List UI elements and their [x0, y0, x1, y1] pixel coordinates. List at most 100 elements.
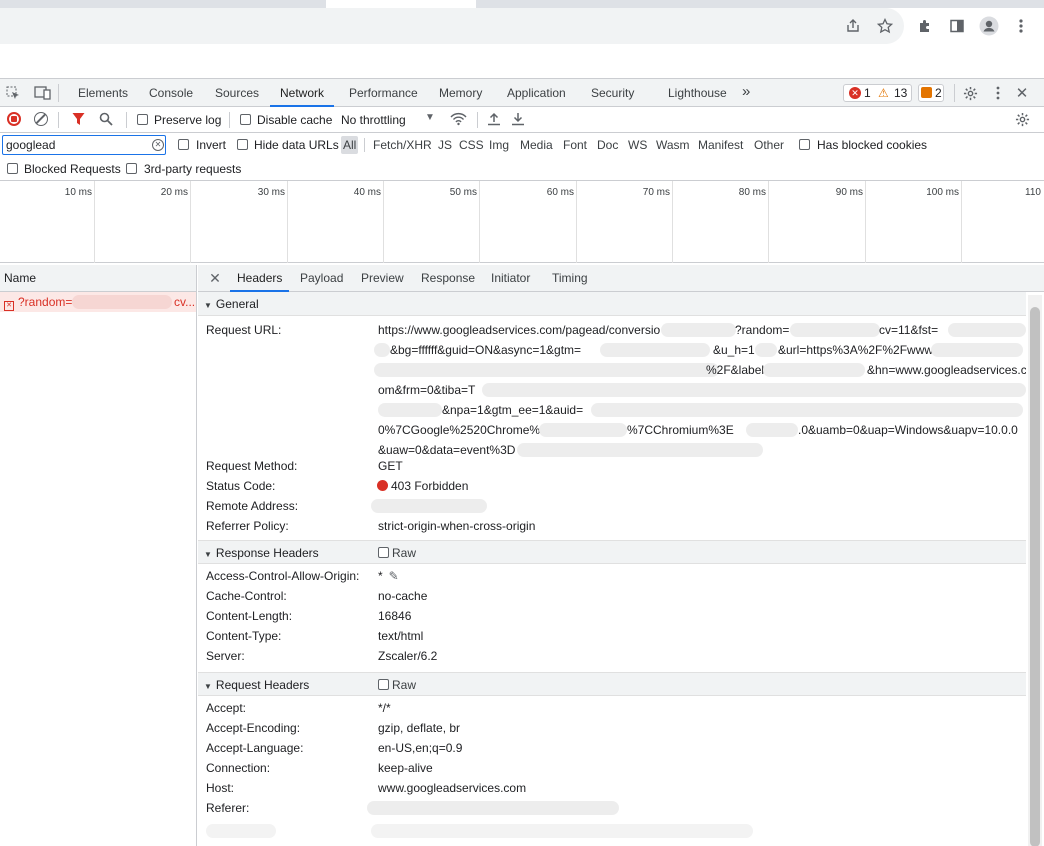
- tab-performance[interactable]: Performance: [349, 79, 418, 107]
- general-section-title: General: [215, 297, 259, 311]
- tab-elements[interactable]: Elements: [78, 79, 128, 107]
- warning-icon: ⚠: [878, 86, 889, 100]
- type-filter-doc[interactable]: Doc: [595, 136, 620, 154]
- request-url-line: 0%7CGoogle%2520Chrome%3: [378, 423, 547, 437]
- tab-response[interactable]: Response: [421, 265, 475, 292]
- timeline-tick-label: 90 ms: [835, 187, 863, 198]
- more-tabs-icon[interactable]: »: [742, 79, 750, 107]
- tab-sources[interactable]: Sources: [215, 79, 259, 107]
- tab-security[interactable]: Security: [591, 79, 634, 107]
- record-stop-icon[interactable]: [7, 112, 21, 126]
- type-filter-fetch-xhr[interactable]: Fetch/XHR: [371, 136, 434, 154]
- type-filter-img[interactable]: Img: [487, 136, 511, 154]
- timeline-tick-label: 110: [1025, 187, 1041, 198]
- request-raw-toggle[interactable]: Raw: [378, 673, 416, 697]
- filter-icon[interactable]: [70, 111, 86, 127]
- tab-initiator[interactable]: Initiator: [491, 265, 530, 292]
- response-headers-section-header[interactable]: ▼ Response Headers Raw: [198, 540, 1026, 564]
- tab-memory[interactable]: Memory: [439, 79, 482, 107]
- type-filter-wasm[interactable]: Wasm: [654, 136, 692, 154]
- share-icon[interactable]: [842, 15, 864, 37]
- tab-application[interactable]: Application: [507, 79, 566, 107]
- network-settings-gear-icon[interactable]: [1014, 111, 1030, 127]
- request-url-fragment: ?random=: [735, 323, 790, 337]
- remote-address-row: Remote Address:: [198, 496, 1026, 516]
- extensions-puzzle-icon[interactable]: [914, 15, 936, 37]
- clear-filter-icon[interactable]: ✕: [152, 139, 164, 151]
- export-har-icon[interactable]: [510, 111, 526, 127]
- detail-scrollbar[interactable]: [1028, 295, 1042, 846]
- type-filter-other[interactable]: Other: [752, 136, 786, 154]
- timeline-tick-label: 10 ms: [64, 187, 92, 198]
- header-name: Content-Length:: [206, 609, 293, 623]
- type-filter-js[interactable]: JS: [436, 136, 454, 154]
- bookmark-star-icon[interactable]: [874, 15, 896, 37]
- scrollbar-thumb[interactable]: [1030, 307, 1040, 846]
- filter-bar: ✕ Invert Hide data URLs All Fetch/XHR JS…: [0, 133, 1044, 157]
- settings-gear-icon[interactable]: [962, 85, 978, 101]
- response-raw-toggle[interactable]: Raw: [378, 541, 416, 565]
- filter-input[interactable]: [2, 135, 166, 155]
- redacted-region: [374, 363, 719, 377]
- redacted-region: [755, 343, 777, 357]
- remote-address-label: Remote Address:: [206, 499, 299, 513]
- type-filter-manifest[interactable]: Manifest: [696, 136, 745, 154]
- edit-pencil-icon[interactable]: ✎: [389, 569, 399, 583]
- profile-avatar-icon[interactable]: [978, 15, 1000, 37]
- referrer-policy-row: Referrer Policy: strict-origin-when-cross…: [198, 516, 1026, 536]
- third-party-checkbox[interactable]: [126, 163, 137, 174]
- type-filter-font[interactable]: Font: [561, 136, 589, 154]
- disable-cache-checkbox[interactable]: [240, 114, 251, 125]
- invert-checkbox[interactable]: [178, 139, 189, 150]
- request-headers-section-header[interactable]: ▼ Request Headers Raw: [198, 672, 1026, 696]
- close-detail-icon[interactable]: ✕: [207, 270, 223, 286]
- column-header-name[interactable]: Name: [0, 265, 196, 292]
- timeline-tick-label: 70 ms: [642, 187, 670, 198]
- table-row[interactable]: ✕ ?random= cv...: [0, 292, 196, 312]
- throttling-select[interactable]: No throttling: [341, 113, 406, 127]
- hide-data-urls-checkbox[interactable]: [237, 139, 248, 150]
- type-filter-ws[interactable]: WS: [626, 136, 649, 154]
- header-value: gzip, deflate, br: [378, 721, 461, 735]
- tab-payload[interactable]: Payload: [300, 265, 343, 292]
- type-filter-media[interactable]: Media: [518, 136, 555, 154]
- header-value: no-cache: [378, 589, 428, 603]
- type-filter-all[interactable]: All: [341, 136, 359, 154]
- tab-network[interactable]: Network: [270, 79, 335, 107]
- import-har-icon[interactable]: [486, 111, 502, 127]
- request-url-fragment: &hn=www.googleadservices.c: [867, 363, 1026, 377]
- active-browser-tab[interactable]: [326, 0, 476, 8]
- close-devtools-icon[interactable]: ✕: [1014, 85, 1030, 102]
- general-section-header[interactable]: ▼ General: [198, 292, 1026, 316]
- network-overview-timeline[interactable]: 10 ms 20 ms 30 ms 40 ms 50 ms 60 ms 70 m…: [0, 181, 1044, 263]
- warning-count: 13: [894, 86, 908, 100]
- tab-lighthouse[interactable]: Lighthouse: [668, 79, 727, 107]
- search-icon[interactable]: [98, 111, 114, 127]
- request-url-line: https://www.googleadservices.com/pagead/…: [378, 323, 661, 337]
- device-toolbar-icon[interactable]: [33, 85, 51, 101]
- tab-headers[interactable]: Headers: [230, 265, 290, 292]
- raw-checkbox[interactable]: [378, 547, 389, 558]
- tab-preview[interactable]: Preview: [361, 265, 404, 292]
- address-bar[interactable]: [0, 8, 904, 44]
- blocked-requests-checkbox[interactable]: [7, 163, 18, 174]
- inspect-element-icon[interactable]: [5, 85, 21, 101]
- header-value: Zscaler/6.2: [378, 649, 438, 663]
- throttling-dropdown-icon[interactable]: ▼: [425, 112, 435, 123]
- side-panel-icon[interactable]: [946, 15, 968, 37]
- has-blocked-cookies-checkbox[interactable]: [799, 139, 810, 150]
- tab-console[interactable]: Console: [149, 79, 193, 107]
- timeline-tick-label: 100 ms: [926, 187, 959, 198]
- type-filter-css[interactable]: CSS: [457, 136, 486, 154]
- clear-icon[interactable]: [34, 112, 48, 126]
- third-party-label: 3rd-party requests: [144, 162, 242, 176]
- raw-checkbox[interactable]: [378, 679, 389, 690]
- network-conditions-icon[interactable]: [449, 111, 467, 127]
- header-row: Accept: */*: [198, 698, 1026, 718]
- request-method-value: GET: [378, 459, 403, 473]
- preserve-log-checkbox[interactable]: [137, 114, 148, 125]
- tab-timing[interactable]: Timing: [552, 265, 588, 292]
- browser-menu-icon[interactable]: [1010, 15, 1032, 37]
- collapse-triangle-icon: ▼: [204, 550, 212, 559]
- devtools-menu-icon[interactable]: [991, 85, 1005, 101]
